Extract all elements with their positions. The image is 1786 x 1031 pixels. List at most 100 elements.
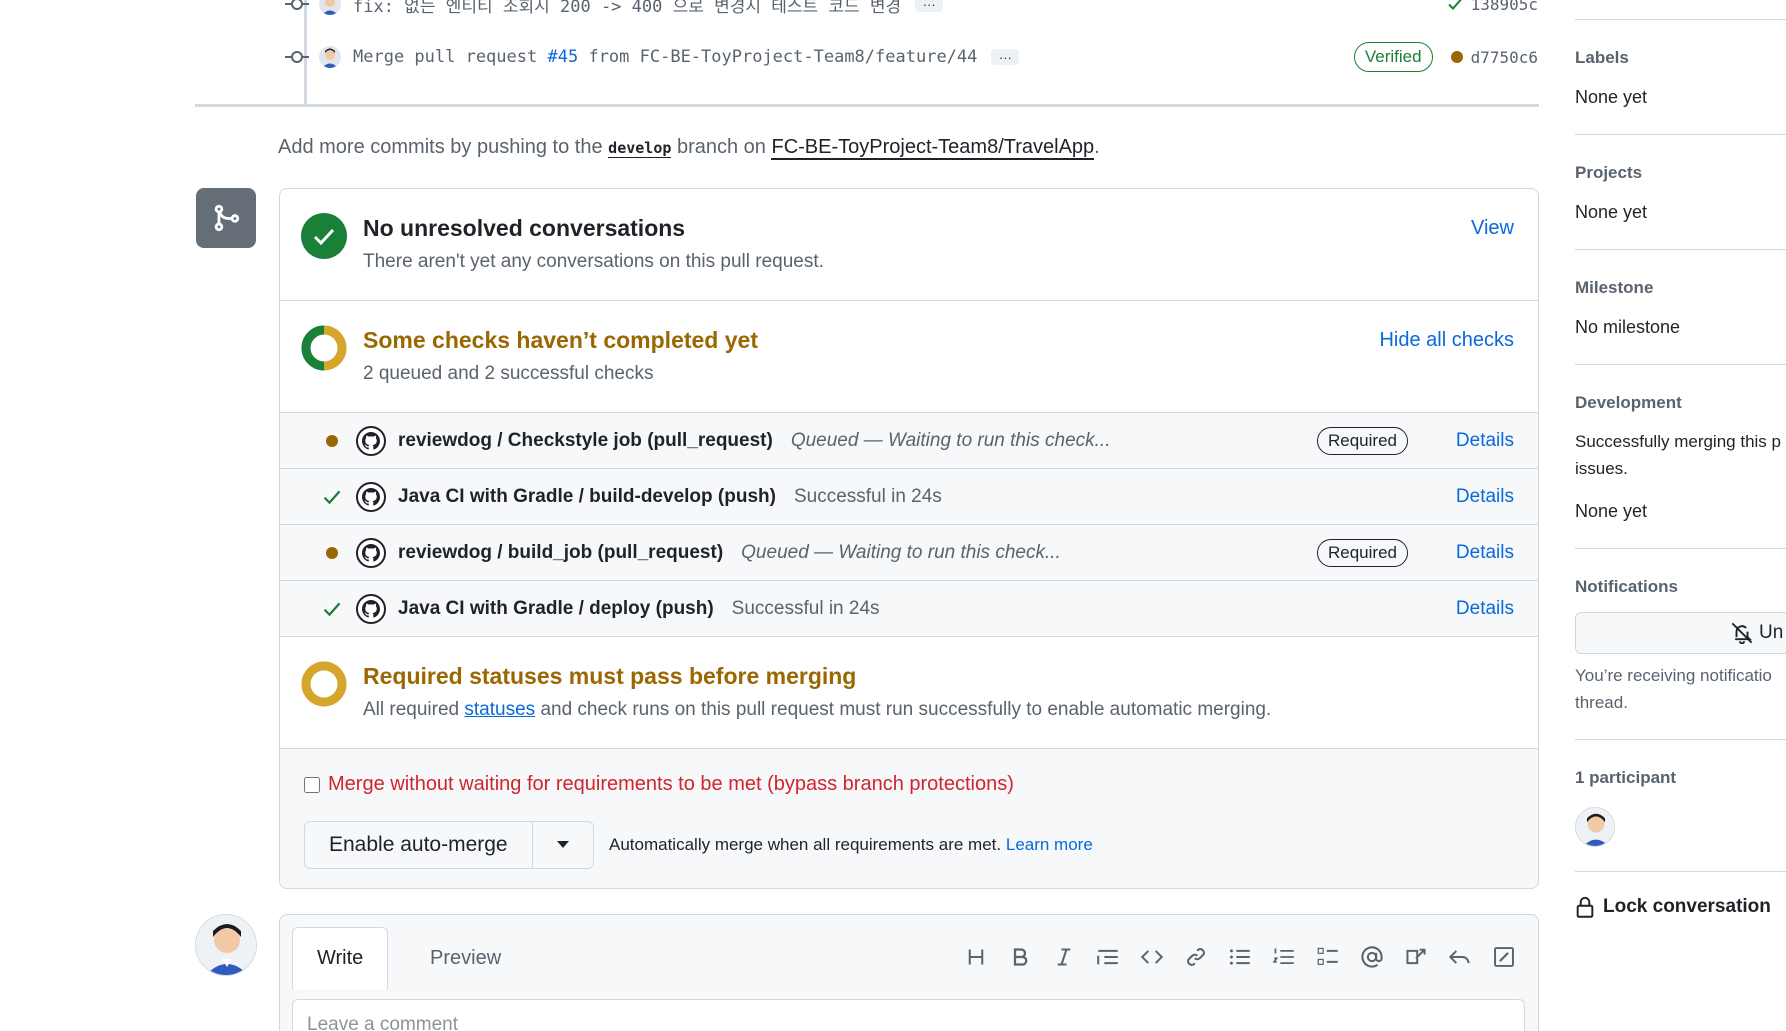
check-name[interactable]: Java CI with Gradle / deploy (push) (398, 598, 714, 620)
tab-preview[interactable]: Preview (406, 927, 525, 989)
bypass-checkbox[interactable] (304, 776, 320, 793)
notifications-text: thread. (1575, 693, 1628, 712)
cross-reference-icon[interactable] (1404, 945, 1428, 969)
chevron-down-icon[interactable] (533, 822, 593, 868)
unsubscribe-label: Un (1759, 622, 1784, 643)
commit-sha[interactable]: d7750c6 (1450, 48, 1538, 67)
check-description: Successful in 24s (793, 485, 942, 507)
required-badge: Required (1317, 426, 1408, 455)
check-details-link[interactable]: Details (1456, 598, 1514, 620)
verified-badge[interactable]: Verified (1353, 42, 1433, 72)
conversations-subtitle: There aren't yet any conversations on th… (363, 251, 824, 272)
add-more-mid: branch on (676, 136, 766, 158)
check-row: Java CI with Gradle / deploy (push) Succ… (280, 581, 1538, 637)
merge-actions-section: Merge without waiting for requirements t… (280, 749, 1538, 888)
sidebar-divider (1575, 19, 1786, 20)
avatar[interactable] (319, 0, 341, 15)
lock-conversation-button[interactable]: Lock conversation (1575, 896, 1771, 918)
statuses-link[interactable]: statuses (464, 699, 535, 720)
milestone-heading[interactable]: Milestone (1575, 278, 1653, 298)
avatar[interactable] (319, 46, 341, 68)
pending-dot-icon (1450, 51, 1463, 63)
check-name[interactable]: reviewdog / Checkstyle job (pull_request… (398, 430, 773, 452)
notifications-text: You’re receiving notificatio (1575, 666, 1772, 685)
bold-icon[interactable] (1008, 945, 1032, 969)
bypass-checkbox-label[interactable]: Merge without waiting for requirements t… (304, 773, 1014, 796)
comment-textarea[interactable]: Leave a comment (292, 999, 1525, 1031)
projects-value: None yet (1575, 202, 1648, 222)
tab-write[interactable]: Write (292, 927, 389, 989)
enable-auto-merge-button[interactable]: Enable auto-merge (305, 822, 533, 868)
git-merge-icon (196, 188, 256, 248)
sidebar-divider (1575, 134, 1786, 135)
pr-link[interactable]: #45 (547, 47, 578, 67)
sidebar: Labels None yet Projects None yet Milest… (1575, 0, 1786, 1031)
fullscreen-edit-icon[interactable] (1492, 945, 1516, 969)
github-logo-icon (356, 425, 386, 456)
conversations-section: No unresolved conversations There aren't… (280, 189, 1538, 301)
sidebar-divider (1575, 548, 1786, 549)
required-badge: Required (1317, 538, 1408, 567)
reply-icon[interactable] (1448, 945, 1472, 969)
commit-row: fix: 없는 엔티티 조회시 200 -> 400 으로 변경시 테스트 코드… (285, 0, 1538, 24)
check-name[interactable]: reviewdog / build_job (pull_request) (398, 542, 723, 564)
expand-commit-button[interactable]: ··· (915, 0, 944, 12)
unordered-list-icon[interactable] (1228, 945, 1252, 969)
learn-more-link[interactable]: Learn more (1006, 835, 1093, 854)
task-list-icon[interactable] (1316, 945, 1340, 969)
commit-message[interactable]: Merge pull request #45 from FC-BE-ToyPro… (353, 47, 977, 67)
expand-commit-button[interactable]: ··· (991, 49, 1020, 65)
check-icon (312, 599, 352, 619)
mention-icon[interactable] (1360, 945, 1384, 969)
heading-icon[interactable] (964, 945, 988, 969)
required-statuses-post: and check runs on this pull request must… (540, 699, 1272, 720)
code-icon[interactable] (1140, 945, 1164, 969)
check-circle-icon (301, 213, 347, 259)
check-details-link[interactable]: Details (1456, 430, 1514, 452)
merge-box: No unresolved conversations There aren't… (279, 188, 1539, 889)
lock-icon (1576, 896, 1594, 918)
commit-node-icon (285, 0, 309, 16)
milestone-value: No milestone (1575, 317, 1681, 337)
commit-message[interactable]: fix: 없는 엔티티 조회시 200 -> 400 으로 변경시 테스트 코드… (353, 0, 901, 17)
projects-heading[interactable]: Projects (1575, 163, 1642, 183)
repo-link[interactable]: FC-BE-ToyProject-Team8/TravelApp (771, 136, 1095, 160)
check-row: Java CI with Gradle / build-develop (pus… (280, 469, 1538, 525)
pending-ring-icon (301, 661, 347, 707)
development-value: None yet (1575, 501, 1648, 521)
labels-heading[interactable]: Labels (1575, 48, 1629, 68)
view-conversations-link[interactable]: View (1471, 217, 1514, 240)
sha-link[interactable]: d7750c6 (1471, 48, 1538, 67)
italic-icon[interactable] (1052, 945, 1076, 969)
check-icon (312, 487, 352, 507)
development-text: Successfully merging this p (1575, 432, 1781, 451)
link-icon[interactable] (1184, 945, 1208, 969)
markdown-toolbar (964, 945, 1516, 969)
check-details-link[interactable]: Details (1456, 542, 1514, 564)
required-statuses-subtitle: All required statuses and check runs on … (363, 699, 1271, 721)
add-more-commits-text: Add more commits by pushing to the devel… (278, 136, 1100, 160)
participant-avatar[interactable] (1575, 807, 1615, 847)
check-icon (1447, 0, 1462, 10)
sha-link[interactable]: 138905c (1471, 0, 1538, 14)
hide-all-checks-link[interactable]: Hide all checks (1379, 329, 1514, 352)
commit-sha[interactable]: 138905c (1447, 0, 1538, 14)
unsubscribe-button[interactable]: Un (1575, 612, 1786, 654)
ordered-list-icon[interactable] (1272, 945, 1296, 969)
labels-value: None yet (1575, 87, 1648, 107)
add-more-post: . (1094, 136, 1100, 158)
branch-name[interactable]: develop (608, 139, 672, 158)
check-description: Queued — Waiting to run this check... (741, 541, 1061, 563)
comment-box: Write Preview Leave a comment (279, 914, 1539, 1031)
check-details-link[interactable]: Details (1456, 486, 1514, 508)
development-heading[interactable]: Development (1575, 393, 1682, 413)
add-more-pre: Add more commits by pushing to the (278, 136, 603, 158)
github-logo-icon (356, 481, 386, 512)
checks-progress-ring-icon (301, 325, 347, 371)
comment-placeholder: Leave a comment (307, 1014, 459, 1031)
auto-merge-description: Automatically merge when all requirement… (609, 835, 1093, 855)
check-name[interactable]: Java CI with Gradle / build-develop (pus… (398, 486, 776, 508)
avatar[interactable] (195, 914, 257, 976)
quote-icon[interactable] (1096, 945, 1120, 969)
github-logo-icon (356, 537, 386, 568)
